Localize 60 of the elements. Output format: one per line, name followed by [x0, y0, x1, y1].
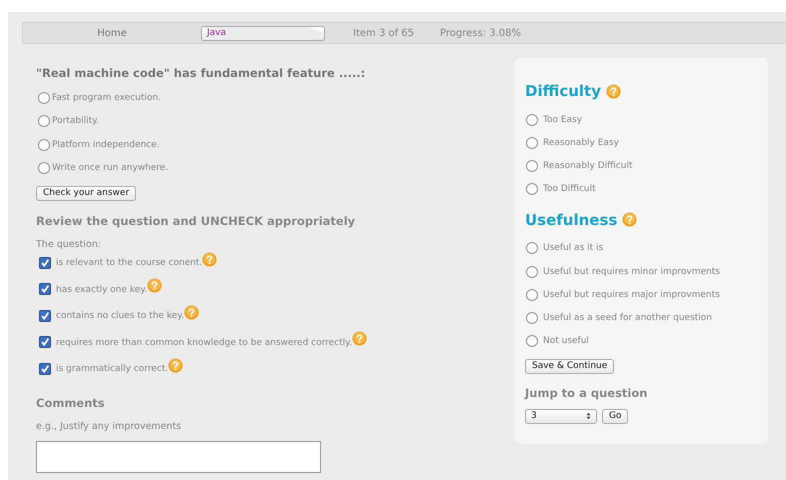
- radio-button[interactable]: [38, 115, 50, 128]
- option-label: Portability.: [52, 116, 100, 126]
- checkbox[interactable]: [39, 256, 51, 269]
- option-label: Platform independence.: [52, 140, 160, 150]
- criterion-label: requires more than common knowledge to be answered correctly.: [56, 338, 352, 348]
- help-icon[interactable]: [202, 252, 218, 267]
- option-label: Too Easy: [543, 114, 582, 125]
- checkbox[interactable]: [39, 336, 51, 348]
- radio-button[interactable]: [526, 335, 538, 348]
- question-select[interactable]: 3: [525, 408, 597, 424]
- check-answer-button[interactable]: Check your answer: [36, 186, 136, 201]
- radio-button[interactable]: [526, 183, 538, 196]
- breadcrumb-tab[interactable]: Java: [201, 26, 325, 40]
- criterion-label: has exactly one key.: [56, 284, 148, 295]
- question-title: "Real machine code" has fundamental feature .....:: [36, 66, 366, 80]
- item-position: Item 3 of 65: [353, 28, 414, 38]
- help-icon[interactable]: [184, 304, 200, 320]
- option-label: Useful as a seed for another question: [543, 312, 712, 323]
- radio-button[interactable]: [38, 92, 50, 104]
- criterion-label: contains no clues to the key.: [56, 311, 184, 322]
- option-label: Not useful: [543, 336, 589, 346]
- radio-button[interactable]: [526, 288, 538, 301]
- radio-button[interactable]: [526, 136, 538, 149]
- go-button[interactable]: Go: [602, 408, 628, 424]
- option-label: Write once run anywhere.: [52, 163, 168, 174]
- radio-button[interactable]: [38, 138, 50, 151]
- intro-text: The question:: [36, 239, 102, 250]
- criterion-label: is relevant to the course conent.: [56, 258, 202, 268]
- comment-field[interactable]: [36, 440, 321, 472]
- help-icon[interactable]: [606, 84, 621, 98]
- option-label: Fast program execution.: [52, 92, 161, 103]
- radio-button[interactable]: [526, 242, 538, 254]
- checkbox[interactable]: [39, 362, 51, 375]
- section-heading: Usefulness: [525, 210, 618, 229]
- radio-button[interactable]: [526, 114, 538, 126]
- option-label: Useful as it is: [543, 243, 604, 254]
- help-icon[interactable]: [352, 331, 368, 346]
- help-icon[interactable]: [168, 358, 184, 373]
- stepper-arrows-icon: [586, 412, 591, 420]
- option-label: Too Difficult: [543, 184, 596, 194]
- section-heading: Review the question and UNCHECK appropriately: [36, 214, 356, 228]
- radio-button[interactable]: [526, 160, 538, 172]
- option-label: Useful but requires minor improvments: [543, 266, 720, 277]
- help-icon[interactable]: [147, 278, 162, 294]
- save-continue-button[interactable]: Save & Continue: [525, 358, 614, 374]
- checkbox[interactable]: [39, 310, 51, 322]
- section-heading: Difficulty: [525, 82, 601, 100]
- hint-text: e.g., Justify any improvements: [36, 420, 182, 432]
- radio-button[interactable]: [526, 312, 538, 324]
- progress-text: Progress: 3.08%: [440, 28, 522, 38]
- section-heading: Comments: [36, 396, 106, 410]
- option-label: Reasonably Difficult: [543, 160, 633, 171]
- option-label: Reasonably Easy: [543, 138, 619, 148]
- radio-button[interactable]: [38, 162, 50, 174]
- section-heading: Jump to a question: [525, 386, 648, 400]
- criterion-label: is grammatically correct.: [56, 364, 168, 374]
- option-label: Useful but requires major improvments: [543, 290, 720, 300]
- help-icon[interactable]: [622, 212, 638, 228]
- radio-button[interactable]: [526, 266, 538, 278]
- checkbox[interactable]: [39, 283, 51, 296]
